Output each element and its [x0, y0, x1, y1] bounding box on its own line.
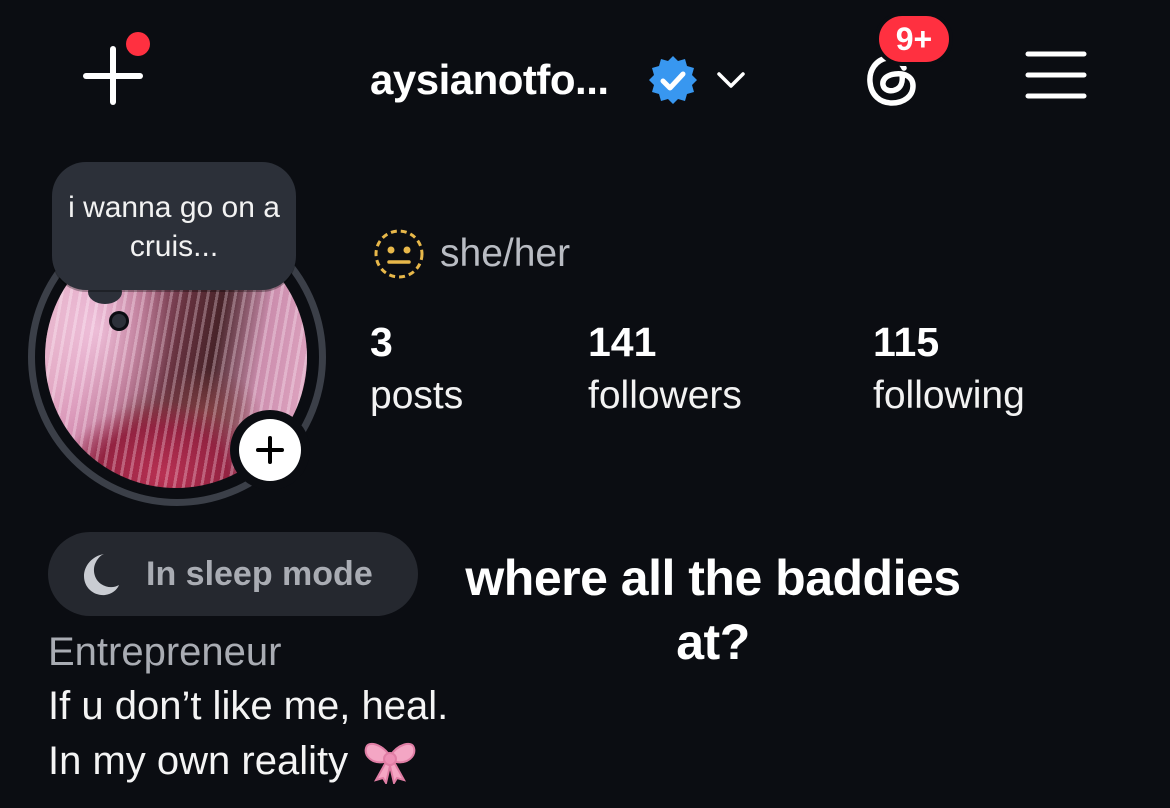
followers-label: followers	[588, 374, 742, 417]
stat-following[interactable]: 115 following	[873, 315, 1025, 423]
overlay-caption: where all the baddies at?	[465, 550, 961, 670]
threads-notification-badge: 9+	[875, 12, 953, 66]
following-count: 115	[873, 319, 940, 365]
neutral-face-emoji-icon	[374, 229, 424, 279]
account-switcher[interactable]: aysianotfo...	[370, 50, 749, 110]
menu-button[interactable]	[1024, 48, 1088, 102]
following-label: following	[873, 374, 1025, 417]
pronouns-text: she/her	[440, 232, 571, 275]
note-text: i wanna go on a cruis...	[68, 191, 280, 263]
ribbon-bow-icon	[364, 742, 416, 784]
bio-line-2: In my own reality	[48, 738, 418, 784]
status-label: In sleep mode	[146, 554, 373, 593]
hamburger-menu-icon	[1025, 51, 1087, 99]
plus-icon	[256, 436, 284, 464]
stat-followers[interactable]: 141 followers	[588, 315, 742, 423]
add-story-button[interactable]	[230, 410, 310, 490]
verified-badge-icon	[648, 56, 697, 104]
posts-label: posts	[370, 374, 464, 417]
note-bubble-dot	[109, 311, 129, 331]
stat-posts: 3 posts	[370, 315, 463, 423]
username: aysianotfo...	[370, 56, 609, 103]
notification-dot	[126, 32, 150, 56]
posts-count: 3	[370, 319, 393, 365]
followers-count: 141	[588, 319, 657, 365]
chevron-down-icon	[716, 72, 745, 88]
bio-line-2-text: In my own reality	[48, 738, 349, 783]
profile-category: Entrepreneur	[48, 630, 282, 674]
status-sleep-mode[interactable]: In sleep mode	[48, 532, 418, 616]
moon-icon	[84, 554, 119, 596]
bio-line-1: If u don’t like me, heal.	[48, 684, 449, 728]
pronouns: she/her	[372, 226, 570, 282]
